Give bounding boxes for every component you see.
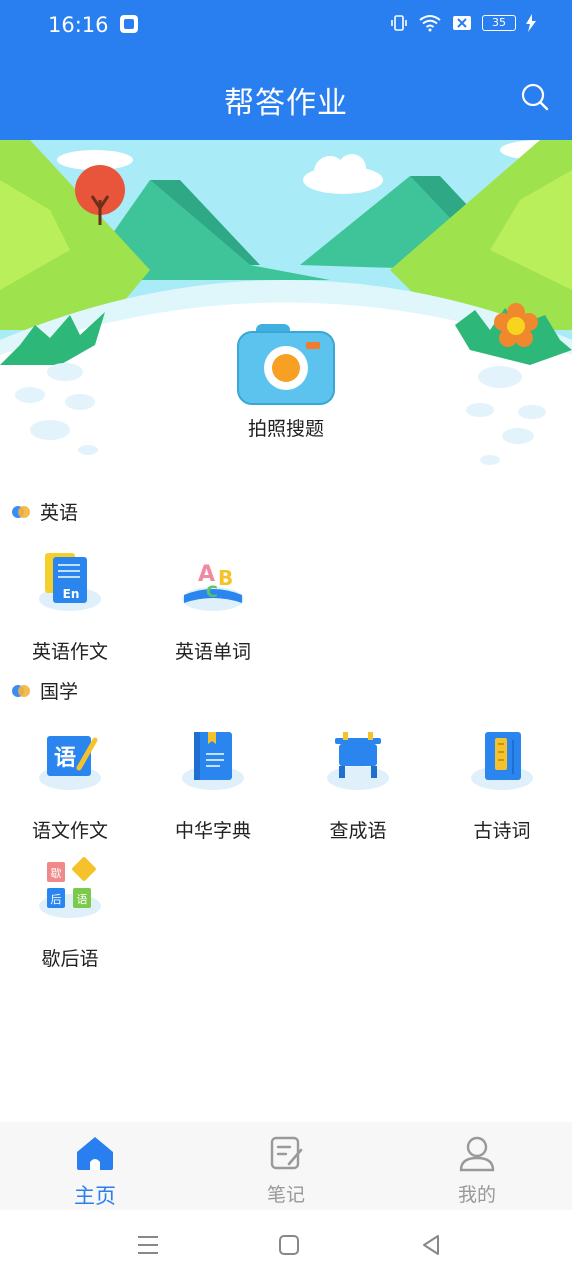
tool-english-essay[interactable]: En 英语作文 [5,547,135,664]
chinese-essay-icon: 语 [39,736,101,790]
svg-text:语: 语 [77,893,88,906]
tab-home[interactable]: 主页 [0,1122,190,1210]
tab-label-profile: 我的 [457,1184,496,1206]
section-english: 英语 [12,498,78,525]
sim-off-icon [453,16,471,30]
svg-text:语: 语 [54,746,76,771]
tab-label-notes: 笔记 [266,1184,305,1206]
camera-icon[interactable] [236,322,336,408]
tool-dictionary[interactable]: 中华字典 [148,726,278,843]
english-words-icon: A B C [182,562,244,611]
app-header: 帮答作业 [0,52,572,140]
svg-text:歇: 歇 [51,867,62,880]
back-icon[interactable] [418,1232,444,1258]
tool-label-dictionary: 中华字典 [174,820,251,842]
home-nav-icon[interactable] [276,1232,302,1258]
status-icons: 35 [390,14,536,32]
idiom-icon [327,732,389,790]
app-notification-icon [120,15,138,33]
english-essay-icon: En [39,553,101,611]
tool-xiehouyu[interactable]: 歇 后 语 歇后语 [5,854,135,971]
xiehouyu-icon: 歇 后 语 [39,857,101,918]
search-icon[interactable] [520,82,550,112]
status-bar: 16:16 35 [0,0,572,52]
wifi-icon [419,15,441,32]
section-title-guoxue: 国学 [40,681,79,703]
section-guoxue: 国学 [12,677,78,704]
status-time: 16:16 [48,13,109,37]
tool-poetry[interactable]: 古诗词 [437,726,567,843]
tab-notes[interactable]: 笔记 [191,1122,381,1210]
charging-icon [526,14,536,32]
camera-search-label[interactable]: 拍照搜题 [0,414,572,441]
profile-icon [459,1136,495,1172]
battery-icon: 35 [482,15,516,31]
section-dot-icon [12,684,30,697]
tool-label-idiom: 查成语 [329,820,387,842]
tool-english-words[interactable]: A B C 英语单词 [148,547,278,664]
menu-icon[interactable] [135,1232,161,1258]
page-title: 帮答作业 [224,86,348,121]
notes-icon [270,1136,303,1170]
tool-label-english-essay: 英语作文 [31,641,108,663]
bottom-tab-bar: 主页 笔记 我的 [0,1122,572,1210]
home-icon [77,1137,113,1170]
tool-label-chinese-essay: 语文作文 [31,820,108,842]
dictionary-icon [182,732,244,790]
tool-label-english-words: 英语单词 [174,641,251,663]
tool-idiom[interactable]: 查成语 [293,726,423,843]
tab-label-home: 主页 [74,1184,116,1208]
tab-profile[interactable]: 我的 [382,1122,572,1210]
svg-text:后: 后 [51,893,62,906]
tool-chinese-essay[interactable]: 语 语文作文 [5,726,135,843]
poetry-icon [471,732,533,790]
svg-text:C: C [206,582,218,601]
system-nav-bar [0,1210,572,1280]
svg-text:B: B [218,566,233,590]
section-title-english: 英语 [40,502,79,524]
tool-label-poetry: 古诗词 [473,820,531,842]
section-dot-icon [12,505,30,518]
svg-text:En: En [63,587,80,601]
tool-label-xiehouyu: 歇后语 [41,948,99,970]
vibrate-icon [391,15,407,31]
